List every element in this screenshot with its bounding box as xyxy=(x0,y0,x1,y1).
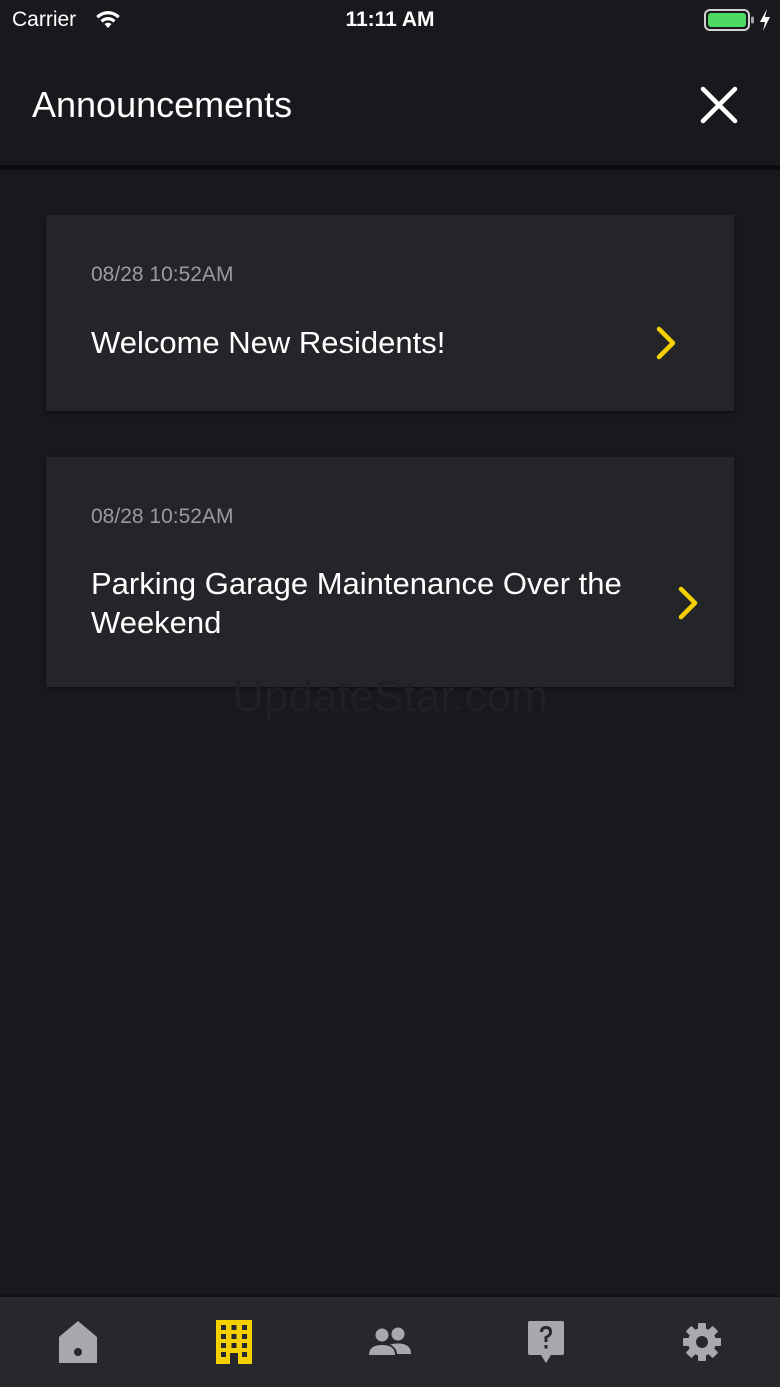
announcement-title: Welcome New Residents! xyxy=(91,325,446,360)
tab-settings[interactable] xyxy=(624,1297,780,1387)
header-divider xyxy=(0,165,780,170)
help-icon xyxy=(528,1321,564,1363)
nav-header: Announcements xyxy=(0,40,780,165)
announcement-card[interactable]: 08/28 10:52AM Parking Garage Maintenance… xyxy=(46,457,734,687)
status-time: 11:11 AM xyxy=(345,8,435,31)
home-icon xyxy=(59,1321,97,1363)
close-button[interactable] xyxy=(694,80,744,130)
announcement-card[interactable]: 08/28 10:52AM Welcome New Residents! xyxy=(46,215,734,411)
charging-bolt-icon xyxy=(760,9,770,31)
close-icon xyxy=(700,86,738,124)
status-bar: Carrier 11:11 AM xyxy=(0,0,780,40)
announcement-date: 08/28 10:52AM xyxy=(91,505,234,528)
tab-bar xyxy=(0,1295,780,1387)
chevron-right-icon xyxy=(656,326,676,360)
page-title: Announcements xyxy=(32,84,293,125)
tab-people[interactable] xyxy=(312,1297,468,1387)
people-icon xyxy=(369,1327,411,1355)
tab-building[interactable] xyxy=(156,1297,312,1387)
announcement-title: Parking Garage Maintenance Over the Week… xyxy=(91,566,622,640)
announcement-date: 08/28 10:52AM xyxy=(91,263,234,286)
tab-home[interactable] xyxy=(0,1297,156,1387)
battery-icon xyxy=(704,9,754,31)
settings-icon xyxy=(683,1323,721,1361)
tab-help[interactable] xyxy=(468,1297,624,1387)
chevron-right-icon xyxy=(678,586,698,620)
building-icon xyxy=(216,1320,252,1364)
